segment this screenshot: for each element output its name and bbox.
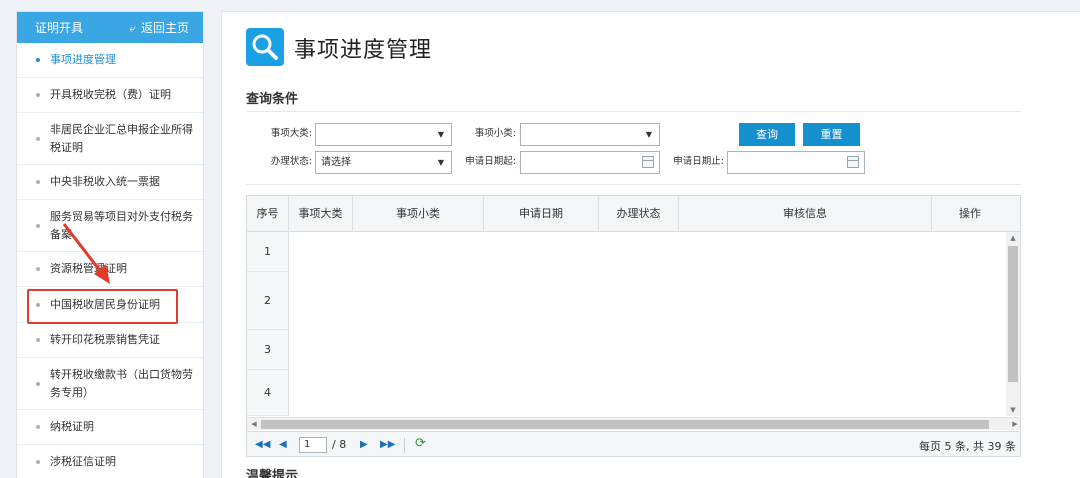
- horizontal-scroll-thumb[interactable]: [261, 420, 989, 429]
- sidebar-item-label: 涉税征信证明: [50, 455, 116, 468]
- date-to-label: 申请日期止:: [673, 156, 724, 167]
- grid-header: 序号 事项大类 事项小类 申请日期 办理状态 审核信息 操作: [247, 196, 1020, 232]
- sidebar-header: 证明开具 ⤶ 返回主页: [17, 12, 203, 43]
- minor-category-label: 事项小类:: [474, 128, 516, 139]
- horizontal-scrollbar[interactable]: ◀ ▶: [247, 417, 1020, 430]
- sidebar-item-label: 纳税证明: [50, 420, 94, 433]
- reset-button[interactable]: 重置: [803, 123, 860, 146]
- column-header: 事项大类: [289, 196, 353, 232]
- caret-down-icon: ▼: [437, 158, 444, 167]
- sidebar-item-label: 资源税管理证明: [50, 262, 127, 275]
- scroll-right-icon[interactable]: ▶: [1008, 418, 1020, 430]
- table-row-number: 1: [247, 232, 289, 272]
- back-home-link[interactable]: ⤶ 返回主页: [129, 19, 189, 36]
- pagination-info: 每页 5 条, 共 39 条: [919, 440, 1016, 453]
- date-from-input[interactable]: [520, 151, 660, 174]
- back-arrow-icon: ⤶: [129, 20, 136, 35]
- sidebar-item-tax-cert[interactable]: 纳税证明: [17, 410, 203, 445]
- status-value: 请选择: [321, 157, 351, 168]
- divider: [404, 438, 405, 453]
- status-label: 办理状态:: [270, 156, 312, 167]
- sidebar-item-export-voucher[interactable]: 转开税收缴款书（出口货物劳务专用）: [17, 358, 203, 410]
- sidebar-item-central-nontax[interactable]: 中央非税收入统一票据: [17, 165, 203, 200]
- total-pages: / 8: [332, 438, 347, 451]
- main-panel: 事项进度管理 查询条件 事项大类: ▼ 事项小类: ▼ 查询 重置 办理状态: …: [221, 11, 1080, 478]
- column-header: 操作: [959, 207, 981, 220]
- last-page-icon[interactable]: ▶▶: [380, 439, 395, 451]
- status-select[interactable]: 请选择 ▼: [315, 151, 452, 174]
- calendar-icon[interactable]: [847, 156, 859, 168]
- column-header: 办理状态: [599, 196, 679, 232]
- results-grid: 序号 事项大类 事项小类 申请日期 办理状态 审核信息 操作 1 2 3 4 ▲…: [246, 195, 1021, 457]
- calendar-icon[interactable]: [642, 156, 654, 168]
- column-header: 序号: [247, 196, 289, 232]
- sidebar-item-tax-payment-cert[interactable]: 开具税收完税（费）证明: [17, 78, 203, 113]
- back-home-label: 返回主页: [140, 21, 189, 35]
- sidebar-menu: 事项进度管理 开具税收完税（费）证明 非居民企业汇总申报企业所得税证明 中央非税…: [17, 43, 203, 478]
- caret-down-icon: ▼: [437, 130, 444, 139]
- sidebar-item-label: 转开印花税票销售凭证: [50, 333, 160, 346]
- sidebar-item-label: 中国税收居民身份证明: [50, 297, 160, 311]
- sidebar-item-service-trade[interactable]: 服务贸易等项目对外支付税务备案: [17, 200, 203, 252]
- search-icon: [246, 28, 284, 66]
- scroll-left-icon[interactable]: ◀: [247, 418, 261, 430]
- divider: [246, 184, 1021, 185]
- sidebar-item-label: 转开税收缴款书（出口货物劳务专用）: [50, 367, 193, 399]
- caret-down-icon: ▼: [645, 130, 652, 139]
- sidebar-title: 证明开具: [35, 21, 84, 35]
- search-button[interactable]: 查询: [739, 123, 795, 146]
- tips-section-title: 温馨提示: [246, 469, 299, 478]
- sidebar-item-tax-resident-cert[interactable]: 中国税收居民身份证明: [17, 287, 203, 323]
- sidebar-item-label: 事项进度管理: [50, 53, 116, 66]
- scroll-down-icon[interactable]: ▼: [1006, 404, 1020, 416]
- table-row-number: 3: [247, 330, 289, 370]
- sidebar-item-resource-tax[interactable]: 资源税管理证明: [17, 252, 203, 287]
- minor-category-select[interactable]: ▼: [520, 123, 660, 146]
- sidebar-item-stamp-tax[interactable]: 转开印花税票销售凭证: [17, 323, 203, 358]
- prev-page-icon[interactable]: ◀: [279, 439, 287, 451]
- sidebar-item-label: 中央非税收入统一票据: [50, 175, 160, 188]
- sidebar: 证明开具 ⤶ 返回主页 事项进度管理 开具税收完税（费）证明 非居民企业汇总申报…: [16, 11, 204, 478]
- page-title: 事项进度管理: [294, 38, 433, 63]
- column-header: 事项小类: [353, 196, 484, 232]
- sidebar-item-label: 服务贸易等项目对外支付税务备案: [50, 209, 193, 241]
- sidebar-item-credit-cert[interactable]: 涉税征信证明: [17, 445, 203, 478]
- page-number-input[interactable]: 1: [299, 437, 327, 453]
- first-page-icon[interactable]: ◀◀: [255, 439, 270, 451]
- refresh-icon[interactable]: ⟳: [415, 436, 426, 452]
- next-page-icon[interactable]: ▶: [360, 439, 368, 451]
- major-category-select[interactable]: ▼: [315, 123, 452, 146]
- column-header: 申请日期: [484, 196, 599, 232]
- sidebar-item-label: 开具税收完税（费）证明: [50, 88, 171, 101]
- scroll-up-icon[interactable]: ▲: [1006, 232, 1020, 244]
- sidebar-item-label: 非居民企业汇总申报企业所得税证明: [50, 122, 193, 154]
- major-category-label: 事项大类:: [270, 128, 312, 139]
- sidebar-item-progress[interactable]: 事项进度管理: [17, 43, 203, 78]
- vertical-scrollbar[interactable]: ▲ ▼: [1006, 232, 1020, 416]
- date-to-input[interactable]: [727, 151, 865, 174]
- vertical-scroll-thumb[interactable]: [1008, 246, 1018, 382]
- query-section-title: 查询条件: [246, 92, 299, 107]
- column-header: 审核信息: [679, 196, 932, 232]
- table-row-number: 4: [247, 370, 289, 416]
- date-from-label: 申请日期起:: [465, 156, 516, 167]
- table-row-number: 2: [247, 272, 289, 330]
- pagination-bar: ◀◀ ◀ 1 / 8 ▶ ▶▶ ⟳ 每页 5 条, 共 39 条: [247, 431, 1020, 456]
- divider: [246, 111, 1021, 112]
- sidebar-item-nonresident-cert[interactable]: 非居民企业汇总申报企业所得税证明: [17, 113, 203, 165]
